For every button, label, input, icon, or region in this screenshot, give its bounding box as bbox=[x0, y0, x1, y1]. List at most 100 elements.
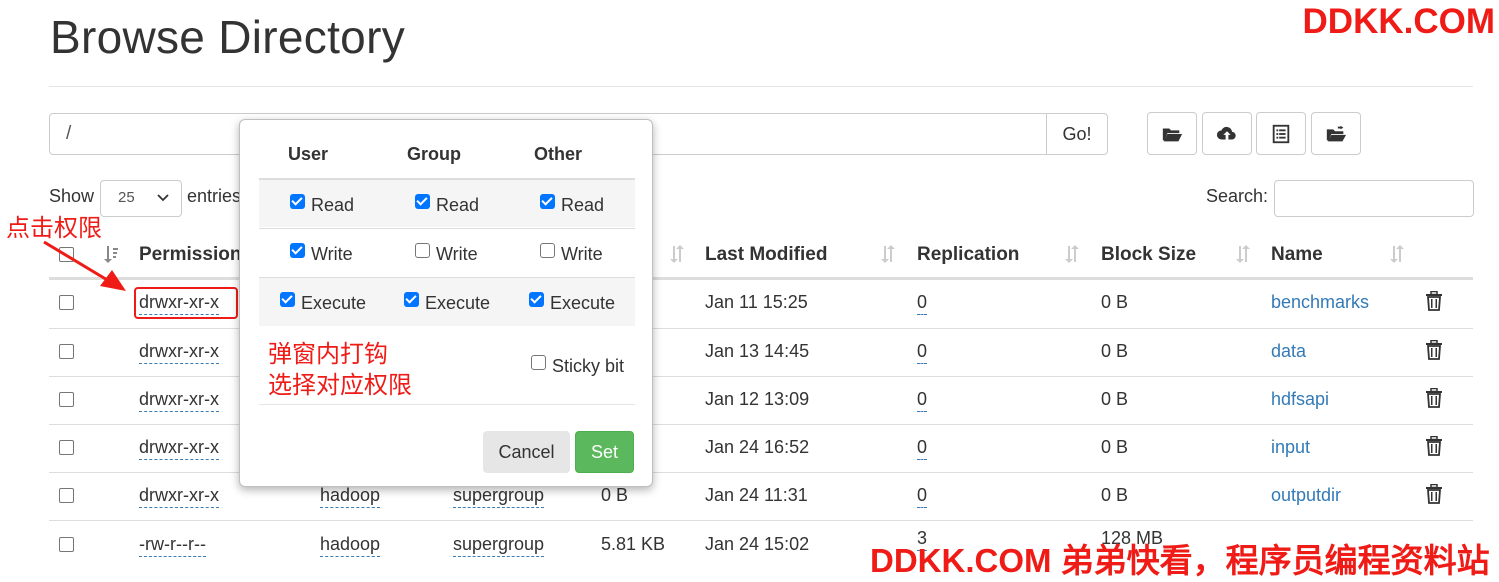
column-name[interactable]: Name bbox=[1271, 244, 1323, 266]
block-size-cell: 0 B bbox=[1101, 389, 1129, 409]
permission-cell[interactable]: drwxr-xr-x bbox=[139, 341, 219, 364]
row-checkbox[interactable] bbox=[59, 392, 74, 407]
upload-button[interactable] bbox=[1202, 112, 1252, 155]
title-divider bbox=[49, 86, 1473, 87]
checkbox-label: Read bbox=[561, 195, 605, 215]
permission-cell[interactable]: drwxr-xr-x bbox=[139, 389, 219, 412]
last-modified-cell: Jan 12 13:09 bbox=[705, 389, 810, 409]
chevron-down-icon bbox=[157, 194, 169, 202]
group-write-checkbox[interactable]: Write bbox=[415, 243, 478, 265]
checkbox-label: Read bbox=[311, 195, 355, 215]
trash-icon[interactable] bbox=[1425, 436, 1443, 456]
upload-cloud-icon bbox=[1216, 126, 1236, 139]
modal-column-other: Other bbox=[534, 144, 583, 164]
name-link[interactable]: benchmarks bbox=[1271, 292, 1369, 313]
row-checkbox[interactable] bbox=[59, 295, 74, 310]
checkbox-checked-icon bbox=[540, 194, 555, 209]
last-modified-cell: Jan 11 15:25 bbox=[705, 292, 808, 312]
search-label: Search: bbox=[1206, 186, 1269, 206]
annotation-arrow bbox=[43, 240, 126, 291]
name-link[interactable]: input bbox=[1271, 437, 1310, 458]
owner-cell[interactable]: hadoop bbox=[320, 534, 381, 557]
move-folder-icon bbox=[1326, 125, 1347, 141]
block-size-cell: 0 B bbox=[1101, 485, 1129, 505]
checkbox-label: Execute bbox=[301, 293, 367, 313]
trash-icon[interactable] bbox=[1425, 388, 1443, 408]
other-write-checkbox[interactable]: Write bbox=[540, 243, 603, 265]
user-write-checkbox[interactable]: Write bbox=[290, 243, 353, 265]
column-block-size[interactable]: Block Size bbox=[1101, 244, 1196, 266]
go-button[interactable]: Go! bbox=[1046, 113, 1108, 155]
checkbox-label: Execute bbox=[550, 293, 616, 313]
checkbox-label: Read bbox=[436, 195, 480, 215]
trash-icon[interactable] bbox=[1425, 291, 1443, 311]
permission-cell[interactable]: -rw-r--r-- bbox=[139, 534, 206, 557]
sort-icon[interactable] bbox=[1235, 244, 1251, 264]
set-button[interactable]: Set bbox=[575, 431, 634, 473]
size-cell: 5.81 KB bbox=[601, 534, 666, 554]
group-execute-checkbox[interactable]: Execute bbox=[404, 292, 491, 314]
sticky-bit-label: Sticky bit bbox=[552, 356, 625, 376]
checkbox-label: Write bbox=[311, 244, 353, 264]
row-checkbox[interactable] bbox=[59, 344, 74, 359]
owner-cell[interactable]: hadoop bbox=[320, 485, 381, 508]
size-cell: 0 B bbox=[601, 485, 629, 505]
create-directory-button[interactable] bbox=[1147, 112, 1197, 155]
cancel-button[interactable]: Cancel bbox=[483, 431, 570, 473]
column-last-modified[interactable]: Last Modified bbox=[705, 244, 827, 266]
move-button[interactable] bbox=[1311, 112, 1361, 155]
entries-select[interactable]: 25 bbox=[100, 180, 182, 217]
permission-highlight-box bbox=[134, 287, 238, 319]
sort-icon[interactable] bbox=[880, 244, 896, 264]
modal-row-write: Write Write Write bbox=[259, 228, 635, 277]
modal-divider bbox=[259, 404, 635, 405]
other-execute-checkbox[interactable]: Execute bbox=[529, 292, 616, 314]
sticky-bit-checkbox[interactable]: Sticky bit bbox=[531, 355, 625, 377]
checkbox-label: Execute bbox=[425, 293, 491, 313]
watermark-bottom: DDKK.COM 弟弟快看，程序员编程资料站 bbox=[870, 542, 1490, 579]
permission-cell[interactable]: drwxr-xr-x bbox=[139, 485, 219, 508]
sort-icon[interactable] bbox=[669, 244, 685, 264]
sort-icon[interactable] bbox=[1389, 244, 1405, 264]
trash-icon[interactable] bbox=[1425, 340, 1443, 360]
replication-cell[interactable]: 0 bbox=[917, 389, 928, 412]
modal-row-read: Read Read Read bbox=[259, 178, 635, 227]
checkbox-checked-icon bbox=[290, 243, 305, 258]
last-modified-cell: Jan 24 11:31 bbox=[705, 485, 808, 505]
watermark-top: DDKK.COM bbox=[1302, 2, 1495, 41]
checkbox-checked-icon bbox=[280, 292, 295, 307]
row-checkbox[interactable] bbox=[59, 537, 74, 552]
checkbox-checked-icon bbox=[415, 194, 430, 209]
search-input[interactable] bbox=[1274, 180, 1474, 217]
trash-icon[interactable] bbox=[1425, 484, 1443, 504]
user-execute-checkbox[interactable]: Execute bbox=[280, 292, 367, 314]
column-permission[interactable]: Permission bbox=[139, 244, 241, 266]
checkbox-unchecked-icon bbox=[540, 243, 555, 258]
group-read-checkbox[interactable]: Read bbox=[415, 194, 480, 216]
checkbox-checked-icon bbox=[290, 194, 305, 209]
page-title: Browse Directory bbox=[50, 11, 405, 63]
name-link[interactable]: outputdir bbox=[1271, 485, 1341, 506]
last-modified-cell: Jan 13 14:45 bbox=[705, 341, 810, 361]
user-read-checkbox[interactable]: Read bbox=[290, 194, 355, 216]
sort-icon[interactable] bbox=[1064, 244, 1080, 264]
checkbox-unchecked-icon bbox=[531, 355, 546, 370]
name-link[interactable]: hdfsapi bbox=[1271, 389, 1329, 410]
group-cell[interactable]: supergroup bbox=[453, 534, 545, 557]
group-cell[interactable]: supergroup bbox=[453, 485, 545, 508]
other-read-checkbox[interactable]: Read bbox=[540, 194, 605, 216]
name-link[interactable]: data bbox=[1271, 341, 1306, 362]
replication-cell[interactable]: 0 bbox=[917, 292, 928, 315]
modal-row-execute: Execute Execute Execute bbox=[259, 277, 635, 326]
cut-paste-button[interactable] bbox=[1256, 112, 1306, 155]
permission-cell[interactable]: drwxr-xr-x bbox=[139, 437, 219, 460]
checkbox-checked-icon bbox=[529, 292, 544, 307]
row-checkbox[interactable] bbox=[59, 488, 74, 503]
annotation-modal-hint-line-2: 选择对应权限 bbox=[268, 372, 412, 399]
row-checkbox[interactable] bbox=[59, 440, 74, 455]
replication-cell[interactable]: 0 bbox=[917, 485, 928, 508]
checkbox-label: Write bbox=[436, 244, 478, 264]
column-replication[interactable]: Replication bbox=[917, 244, 1019, 266]
replication-cell[interactable]: 0 bbox=[917, 341, 928, 364]
replication-cell[interactable]: 0 bbox=[917, 437, 928, 460]
